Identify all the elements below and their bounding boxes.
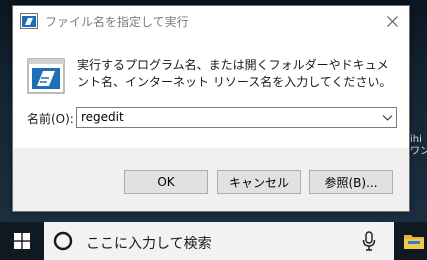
dialog-title: ファイル名を指定して実行: [45, 15, 189, 29]
start-button[interactable]: [0, 222, 44, 260]
close-button[interactable]: [381, 10, 403, 32]
background-window-text: ihi ワン: [410, 134, 427, 157]
taskbar-search-box[interactable]: ここに入力して検索: [44, 222, 394, 260]
ok-button[interactable]: OK: [124, 170, 208, 194]
chevron-down-icon[interactable]: [382, 112, 393, 123]
button-bar: OK キャンセル 参照(B)...: [13, 148, 409, 211]
cortana-circle-icon: [53, 231, 73, 251]
run-icon: [27, 58, 65, 94]
cancel-button[interactable]: キャンセル: [217, 170, 301, 194]
folder-icon[interactable]: [403, 232, 425, 250]
run-dialog: ファイル名を指定して実行 実行するプログラム名、または開くフォルダーやドキュメン…: [12, 5, 410, 212]
dialog-description: 実行するプログラム名、または開くフォルダーやドキュメント名、インターネット リソ…: [77, 58, 392, 89]
close-icon: [386, 15, 398, 27]
search-placeholder: ここに入力して検索: [86, 236, 212, 252]
name-label: 名前(O):: [27, 112, 74, 126]
title-bar[interactable]: ファイル名を指定して実行: [13, 6, 409, 37]
command-combobox[interactable]: regedit: [76, 107, 397, 128]
windows-logo-icon: [14, 233, 30, 249]
browse-button[interactable]: 参照(B)...: [309, 170, 393, 194]
run-icon: [20, 13, 38, 29]
taskbar: ここに入力して検索: [0, 222, 427, 260]
command-input[interactable]: regedit: [81, 110, 124, 124]
microphone-icon[interactable]: [362, 231, 376, 251]
